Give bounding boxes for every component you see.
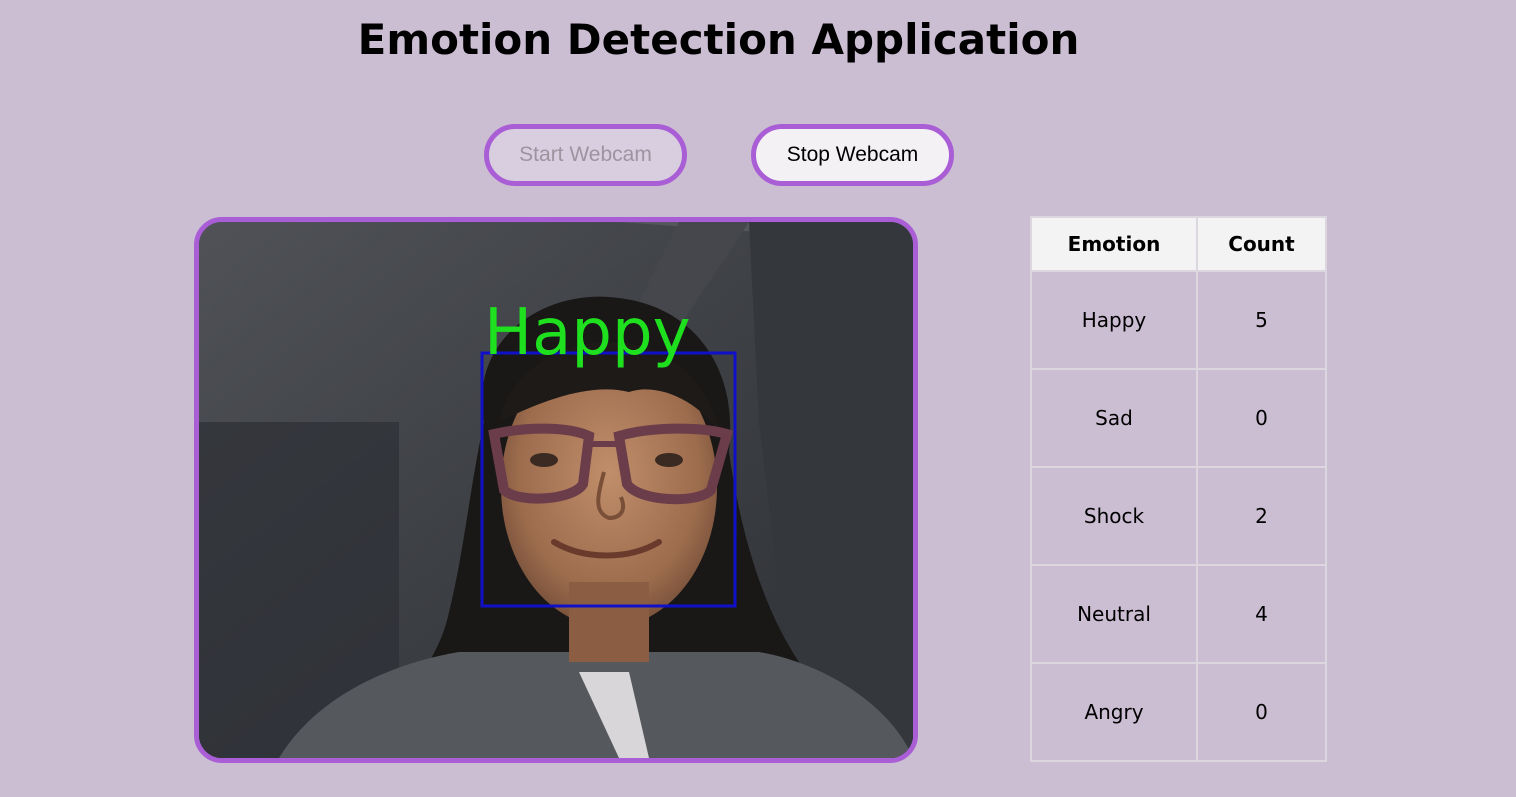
webcam-frame-image: Happy [199, 222, 913, 758]
table-row: Neutral 4 [1030, 564, 1327, 664]
count-cell: 2 [1196, 466, 1327, 566]
table-row: Happy 5 [1030, 270, 1327, 370]
count-cell: 5 [1196, 270, 1327, 370]
count-cell: 0 [1196, 368, 1327, 468]
count-cell: 0 [1196, 662, 1327, 762]
start-webcam-button[interactable]: Start Webcam [484, 124, 687, 186]
emotion-count-table-wrapper: Emotion Count Happy 5 Sad 0 Shock 2 Neut… [1030, 216, 1327, 762]
emotion-count-table: Emotion Count Happy 5 Sad 0 Shock 2 Neut… [1030, 216, 1327, 762]
webcam-feed: Happy [194, 217, 918, 763]
header-count: Count [1196, 216, 1327, 272]
stop-webcam-button[interactable]: Stop Webcam [751, 124, 954, 186]
emotion-cell: Happy [1030, 270, 1198, 370]
count-cell: 4 [1196, 564, 1327, 664]
emotion-cell: Angry [1030, 662, 1198, 762]
page-title: Emotion Detection Application [357, 15, 1080, 64]
emotion-cell: Sad [1030, 368, 1198, 468]
table-header-row: Emotion Count [1030, 216, 1327, 272]
emotion-cell: Shock [1030, 466, 1198, 566]
header-emotion: Emotion [1030, 216, 1198, 272]
detected-emotion-label: Happy [484, 296, 690, 370]
table-row: Sad 0 [1030, 368, 1327, 468]
emotion-cell: Neutral [1030, 564, 1198, 664]
table-row: Angry 0 [1030, 662, 1327, 762]
table-row: Shock 2 [1030, 466, 1327, 566]
